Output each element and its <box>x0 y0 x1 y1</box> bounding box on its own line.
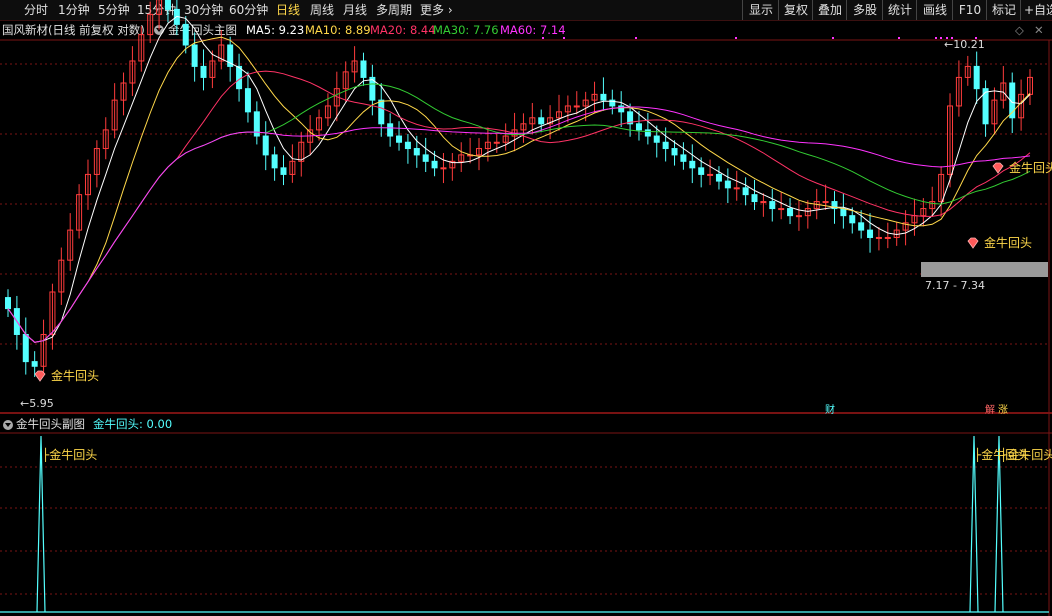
dropdown-circle-icon[interactable] <box>3 420 13 430</box>
ma10-line <box>7 36 1031 343</box>
signal-label-right-1: 金牛回头 <box>984 236 1033 250</box>
candle-body <box>404 141 411 150</box>
range-label: 7.17 - 7.34 <box>925 279 985 292</box>
candle-body <box>698 167 705 175</box>
signal-dot <box>542 37 544 39</box>
event-cai-marker[interactable]: 财 <box>825 401 835 416</box>
candle-body <box>751 194 758 203</box>
candle-body <box>600 93 607 101</box>
low-price-label: ←5.95 <box>20 397 54 410</box>
gem-signal-icon <box>34 370 46 382</box>
candle-body <box>262 135 269 156</box>
candle-body <box>422 154 429 162</box>
candle-body <box>573 105 580 108</box>
candle-body <box>31 361 38 367</box>
candle-body <box>742 187 749 196</box>
signal-dot <box>940 37 942 39</box>
sub-signal-label-left: ├金牛回头 <box>42 448 98 462</box>
candle-body <box>493 141 500 144</box>
candle-body <box>875 236 882 239</box>
signal-dot <box>898 37 900 39</box>
candle-body <box>5 297 11 310</box>
ma5-line <box>7 15 1031 343</box>
candle-body <box>22 333 29 363</box>
signal-label-left: 金牛回头 <box>51 369 100 383</box>
candle-body <box>760 201 767 204</box>
candle-body <box>867 229 874 238</box>
candle-body <box>191 44 198 67</box>
ma60-line <box>7 106 1031 343</box>
signal-dot <box>563 37 565 39</box>
candle-body <box>653 135 660 143</box>
candle-body <box>778 208 785 211</box>
candle-body <box>644 129 651 137</box>
candle-body <box>538 117 545 125</box>
candle-body <box>689 160 696 169</box>
high-price-label: ←10.21 <box>944 38 985 51</box>
signal-dot <box>832 37 834 39</box>
candle-body <box>431 160 438 169</box>
kline-chart <box>0 0 1052 616</box>
candle-body <box>360 60 367 78</box>
signal-dot <box>635 37 637 39</box>
candle-body <box>164 0 171 10</box>
candle-body <box>271 154 278 169</box>
candle-body <box>378 99 385 125</box>
event-jie-marker[interactable]: 解 <box>985 401 995 416</box>
candle-body <box>884 236 891 239</box>
candle-body <box>724 180 731 189</box>
candle-body <box>635 123 642 131</box>
gem-signal-icon <box>967 237 979 249</box>
signal-label-right-2: 金牛回头 <box>1009 161 1052 175</box>
candle-body <box>733 187 740 190</box>
candle-body <box>858 222 865 231</box>
candle-body <box>973 65 980 90</box>
sub-signal-label-right-2: ├金牛回头 <box>1000 448 1052 462</box>
candle-body <box>440 167 447 170</box>
signal-dot <box>735 37 737 39</box>
sub-indicator-value: 金牛回头: 0.00 <box>93 417 173 431</box>
candle-body <box>182 23 189 46</box>
candle-body <box>715 173 722 182</box>
price-range-band <box>921 262 1048 277</box>
signal-dot <box>935 37 937 39</box>
candle-body <box>769 201 776 210</box>
candle-body <box>671 148 678 156</box>
candle-body <box>849 215 856 224</box>
gem-signal-icon <box>992 162 1004 174</box>
ma20-line <box>7 70 1031 343</box>
candle-body <box>662 141 669 150</box>
ma30-line <box>7 83 1031 343</box>
candle-body <box>244 88 251 113</box>
candle-body <box>387 123 394 137</box>
candle-body <box>413 148 420 156</box>
candle-body <box>707 173 714 176</box>
candle-body <box>787 208 794 217</box>
candle-body <box>236 65 243 90</box>
candle-body <box>840 208 847 217</box>
candle-body <box>795 215 802 218</box>
sub-indicator-title[interactable]: 金牛回头副图 <box>16 416 85 432</box>
candle-body <box>396 135 403 143</box>
candle-body <box>680 154 687 162</box>
candle-body <box>200 65 207 78</box>
candle-body <box>280 167 287 175</box>
candle-body <box>822 201 829 204</box>
event-zhang-marker[interactable]: 涨 <box>998 401 1008 416</box>
